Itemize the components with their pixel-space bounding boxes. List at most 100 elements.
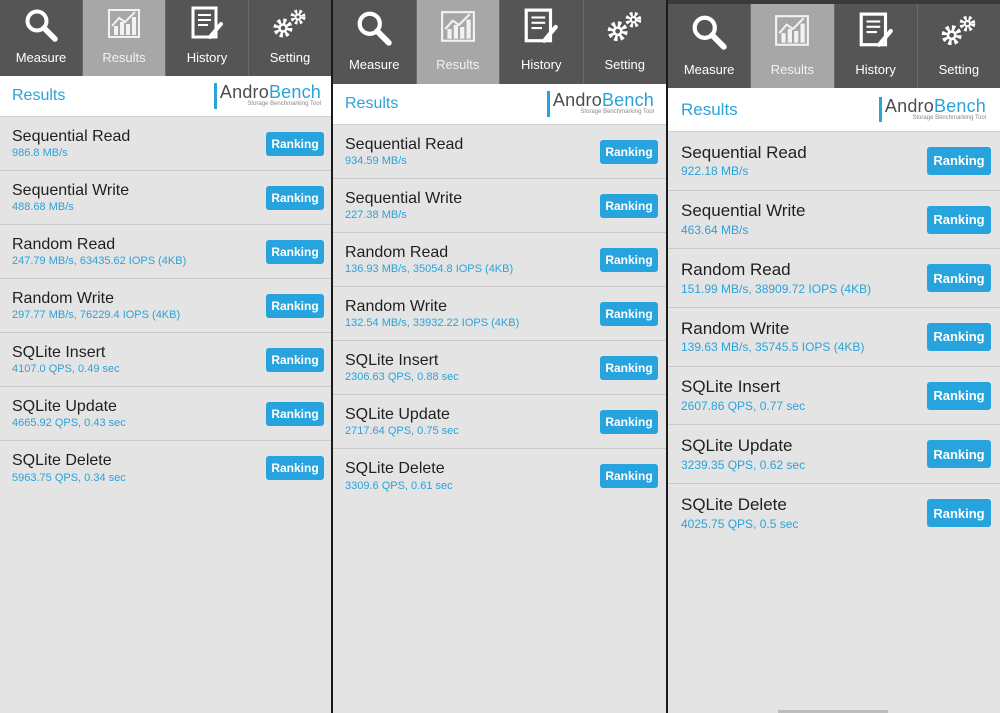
benchmark-value: 136.93 MB/s, 35054.8 IOPS (4KB) [345, 263, 514, 276]
page-title: Results [345, 95, 399, 112]
list-item: SQLite Insert 2306.63 QPS, 0.88 sec Rankin… [333, 341, 666, 395]
benchmark-name: Sequential Write [681, 201, 806, 221]
results-screen-1: Measure Results History Setting Results … [0, 0, 331, 713]
ranking-button[interactable]: Ranking [266, 293, 324, 318]
benchmark-value: 3309.6 QPS, 0.61 sec [345, 479, 453, 492]
list-item: SQLite Delete 4025.75 QPS, 0.5 sec Ranking [668, 484, 1000, 543]
tab-history[interactable]: History [166, 0, 249, 76]
search-icon [25, 9, 58, 42]
tab-measure[interactable]: Measure [668, 4, 752, 88]
list-item: Random Write 139.63 MB/s, 35745.5 IOPS (4… [668, 308, 1000, 367]
benchmark-name: Random Read [12, 235, 116, 253]
benchmark-name: SQLite Insert [345, 351, 439, 369]
results-screen-2: Measure Results History Setting Results … [333, 0, 666, 713]
benchmark-name: SQLite Delete [345, 460, 445, 478]
benchmark-name: Sequential Read [681, 142, 807, 162]
nav-bar: Measure Results History Setting [333, 0, 666, 84]
list-item: Sequential Write 463.64 MB/s Ranking [668, 191, 1000, 250]
results-list: Sequential Read 934.59 MB/s Ranking Sequen… [333, 125, 666, 503]
ranking-button[interactable]: Ranking [266, 456, 324, 480]
list-item: Random Write 297.77 MB/s, 76229.4 IOPS (4… [0, 279, 331, 333]
tab-setting[interactable]: Setting [584, 0, 667, 84]
benchmark-value: 4025.75 QPS, 0.5 sec [681, 516, 799, 531]
results-list: Sequential Read 986.8 MB/s Ranking Sequent… [0, 117, 331, 495]
chart-icon [440, 11, 475, 42]
tab-history-label: History [855, 62, 896, 77]
androbench-logo: AndroBench Storage Benchmarking Tool [878, 96, 986, 123]
tab-history-label: History [521, 57, 562, 72]
tab-setting-label: Setting [938, 62, 980, 77]
tab-setting[interactable]: Setting [249, 0, 331, 76]
tab-measure-label: Measure [348, 57, 400, 72]
ranking-button[interactable]: Ranking [600, 409, 658, 434]
ranking-button[interactable]: Ranking [600, 301, 658, 326]
list-item: Random Read 136.93 MB/s, 35054.8 IOPS (4K… [333, 233, 666, 287]
list-item: Sequential Write 227.38 MB/s Ranking [333, 179, 666, 233]
results-screen-3: Measure Results History Setting Results … [668, 0, 1000, 713]
ranking-button[interactable]: Ranking [927, 440, 991, 469]
ranking-button[interactable]: Ranking [266, 131, 324, 156]
benchmark-name: Sequential Write [12, 181, 130, 199]
results-header: Results AndroBench Storage Benchmarking … [333, 84, 666, 125]
tab-setting[interactable]: Setting [918, 4, 1000, 88]
tab-results-label: Results [436, 57, 480, 72]
document-edit-icon [191, 6, 223, 39]
benchmark-name: Sequential Read [345, 135, 464, 153]
search-icon [692, 15, 727, 50]
benchmark-name: Sequential Write [345, 189, 463, 207]
tab-history[interactable]: History [835, 4, 918, 88]
ranking-button[interactable]: Ranking [927, 322, 991, 351]
ranking-button[interactable]: Ranking [600, 464, 658, 488]
tab-results-label: Results [770, 62, 815, 77]
benchmark-value: 986.8 MB/s [12, 147, 68, 160]
androbench-logo: AndroBench Storage Benchmarking Tool [213, 83, 321, 109]
ranking-button[interactable]: Ranking [600, 139, 658, 164]
gears-icon [941, 15, 976, 46]
list-item: Sequential Read 922.18 MB/s Ranking [668, 132, 1000, 191]
ranking-button[interactable]: Ranking [600, 193, 658, 218]
benchmark-name: SQLite Update [345, 405, 450, 423]
ranking-button[interactable]: Ranking [927, 381, 991, 410]
tab-measure[interactable]: Measure [0, 0, 83, 76]
ranking-button[interactable]: Ranking [927, 146, 991, 175]
benchmark-value: 247.79 MB/s, 63435.62 IOPS (4KB) [12, 255, 187, 268]
chart-icon [108, 9, 140, 38]
benchmark-name: SQLite Delete [681, 495, 787, 515]
ranking-button[interactable]: Ranking [266, 347, 324, 372]
search-icon [357, 11, 392, 46]
androbench-logo: AndroBench Storage Benchmarking Tool [546, 91, 654, 117]
benchmark-name: Random Read [681, 259, 791, 279]
list-item: SQLite Insert 2607.86 QPS, 0.77 sec Rankin… [668, 367, 1000, 426]
benchmark-name: SQLite Insert [681, 377, 781, 397]
ranking-button[interactable]: Ranking [600, 355, 658, 380]
tab-results-label: Results [102, 50, 146, 65]
ranking-button[interactable]: Ranking [266, 239, 324, 264]
ranking-button[interactable]: Ranking [927, 499, 991, 528]
benchmark-name: SQLite Update [12, 397, 117, 415]
benchmark-value: 934.59 MB/s [345, 155, 407, 168]
tab-measure-label: Measure [15, 50, 67, 65]
tab-results[interactable]: Results [416, 0, 500, 84]
benchmark-name: SQLite Insert [12, 343, 106, 361]
page-title: Results [681, 99, 738, 119]
benchmark-value: 5963.75 QPS, 0.34 sec [12, 471, 126, 484]
tab-measure[interactable]: Measure [333, 0, 417, 84]
benchmark-name: SQLite Delete [12, 452, 112, 470]
tab-setting-label: Setting [604, 57, 645, 72]
ranking-button[interactable]: Ranking [266, 185, 324, 210]
ranking-button[interactable]: Ranking [266, 401, 324, 426]
ranking-button[interactable]: Ranking [927, 205, 991, 234]
benchmark-name: SQLite Update [681, 435, 793, 455]
benchmark-name: Random Write [681, 318, 790, 338]
benchmark-name: Sequential Read [12, 127, 131, 145]
ranking-button[interactable]: Ranking [600, 247, 658, 272]
list-item: SQLite Update 4665.92 QPS, 0.43 sec Rankin… [0, 387, 331, 441]
list-item: SQLite Update 2717.64 QPS, 0.75 sec Rankin… [333, 395, 666, 449]
nav-bar: Measure Results History Setting [0, 0, 331, 76]
document-edit-icon [524, 8, 559, 43]
tab-results[interactable]: Results [751, 4, 835, 88]
tab-results[interactable]: Results [83, 0, 166, 76]
tab-history[interactable]: History [500, 0, 584, 84]
ranking-button[interactable]: Ranking [927, 264, 991, 293]
list-item: SQLite Insert 4107.0 QPS, 0.49 sec Ranking [0, 333, 331, 387]
